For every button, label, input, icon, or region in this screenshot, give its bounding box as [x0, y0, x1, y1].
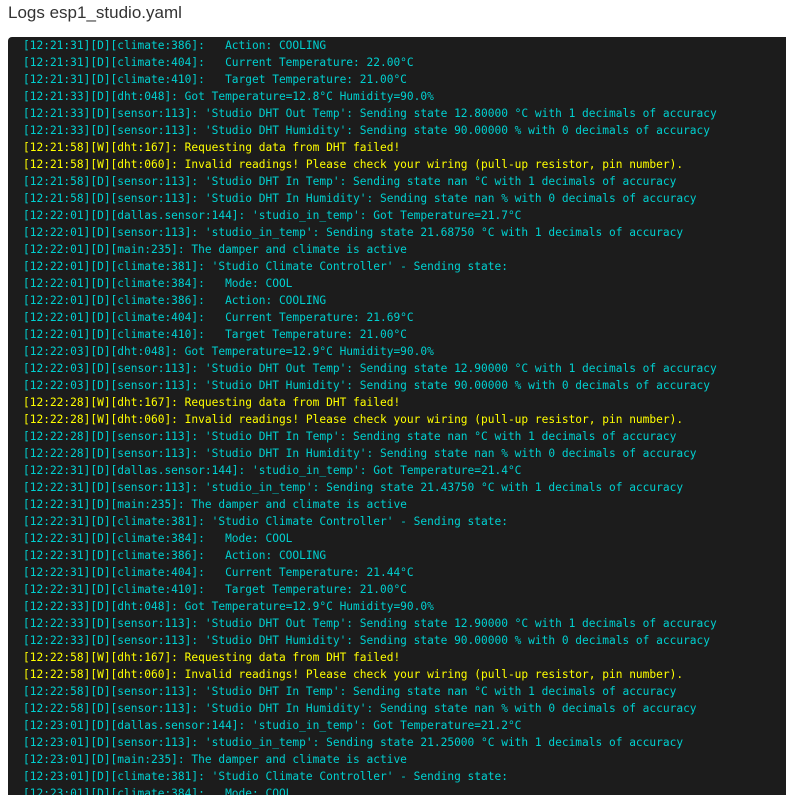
log-line-debug: [12:22:03][D][sensor:113]: 'Studio DHT O… — [23, 362, 717, 375]
log-line-debug: [12:22:31][D][sensor:113]: 'studio_in_te… — [23, 481, 684, 494]
log-line-debug: [12:22:28][D][sensor:113]: 'Studio DHT I… — [23, 430, 677, 443]
log-line-debug: [12:21:58][D][sensor:113]: 'Studio DHT I… — [23, 192, 697, 205]
log-line-debug: [12:22:01][D][climate:384]: Mode: COOL — [23, 277, 293, 290]
log-panel[interactable]: [12:21:31][D][climate:386]: Action: COOL… — [8, 37, 786, 795]
log-line-debug: [12:22:01][D][sensor:113]: 'studio_in_te… — [23, 226, 684, 239]
log-line-debug: [12:21:31][D][climate:410]: Target Tempe… — [23, 73, 407, 86]
log-line-debug: [12:22:31][D][climate:386]: Action: COOL… — [23, 549, 327, 562]
log-line-debug: [12:21:33][D][sensor:113]: 'Studio DHT H… — [23, 124, 711, 137]
log-line-debug: [12:22:03][D][dht:048]: Got Temperature=… — [23, 345, 434, 358]
log-line-debug: [12:22:01][D][climate:410]: Target Tempe… — [23, 328, 407, 341]
log-line-debug: [12:22:31][D][main:235]: The damper and … — [23, 498, 407, 511]
log-line-debug: [12:22:01][D][dallas.sensor:144]: 'studi… — [23, 209, 522, 222]
log-lines: [12:21:31][D][climate:386]: Action: COOL… — [23, 37, 786, 795]
log-line-debug: [12:22:31][D][climate:384]: Mode: COOL — [23, 532, 293, 545]
log-line-debug: [12:23:01][D][climate:381]: 'Studio Clim… — [23, 770, 508, 783]
log-line-debug: [12:21:33][D][dht:048]: Got Temperature=… — [23, 90, 434, 103]
log-line-debug: [12:22:31][D][dallas.sensor:144]: 'studi… — [23, 464, 522, 477]
log-line-debug: [12:22:01][D][climate:404]: Current Temp… — [23, 311, 414, 324]
log-line-debug: [12:22:03][D][sensor:113]: 'Studio DHT H… — [23, 379, 711, 392]
log-line-debug: [12:22:33][D][sensor:113]: 'Studio DHT O… — [23, 617, 717, 630]
log-line-debug: [12:22:33][D][dht:048]: Got Temperature=… — [23, 600, 434, 613]
log-line-debug: [12:21:33][D][sensor:113]: 'Studio DHT O… — [23, 107, 717, 120]
log-line-debug: [12:21:31][D][climate:386]: Action: COOL… — [23, 39, 327, 52]
log-line-debug: [12:22:33][D][sensor:113]: 'Studio DHT H… — [23, 634, 711, 647]
log-line-debug: [12:22:58][D][sensor:113]: 'Studio DHT I… — [23, 702, 697, 715]
log-line-debug: [12:22:31][D][climate:410]: Target Tempe… — [23, 583, 407, 596]
log-line-debug: [12:22:01][D][climate:386]: Action: COOL… — [23, 294, 327, 307]
log-line-debug: [12:21:58][D][sensor:113]: 'Studio DHT I… — [23, 175, 677, 188]
log-line-warning: [12:22:28][W][dht:060]: Invalid readings… — [23, 413, 684, 426]
log-line-debug: [12:23:01][D][dallas.sensor:144]: 'studi… — [23, 719, 522, 732]
log-line-debug: [12:23:01][D][climate:384]: Mode: COOL — [23, 787, 293, 795]
log-line-debug: [12:23:01][D][main:235]: The damper and … — [23, 753, 407, 766]
log-line-debug: [12:23:01][D][sensor:113]: 'studio_in_te… — [23, 736, 684, 749]
log-line-warning: [12:22:58][W][dht:060]: Invalid readings… — [23, 668, 684, 681]
log-line-debug: [12:22:28][D][sensor:113]: 'Studio DHT I… — [23, 447, 697, 460]
log-line-debug: [12:22:01][D][main:235]: The damper and … — [23, 243, 407, 256]
log-line-debug: [12:22:31][D][climate:381]: 'Studio Clim… — [23, 515, 508, 528]
log-line-warning: [12:21:58][W][dht:060]: Invalid readings… — [23, 158, 684, 171]
log-line-debug: [12:22:58][D][sensor:113]: 'Studio DHT I… — [23, 685, 677, 698]
log-line-warning: [12:22:58][W][dht:167]: Requesting data … — [23, 651, 401, 664]
log-line-warning: [12:21:58][W][dht:167]: Requesting data … — [23, 141, 401, 154]
log-line-warning: [12:22:28][W][dht:167]: Requesting data … — [23, 396, 401, 409]
log-line-debug: [12:21:31][D][climate:404]: Current Temp… — [23, 56, 414, 69]
page-title: Logs esp1_studio.yaml — [8, 3, 182, 22]
log-line-debug: [12:22:01][D][climate:381]: 'Studio Clim… — [23, 260, 508, 273]
log-line-debug: [12:22:31][D][climate:404]: Current Temp… — [23, 566, 414, 579]
